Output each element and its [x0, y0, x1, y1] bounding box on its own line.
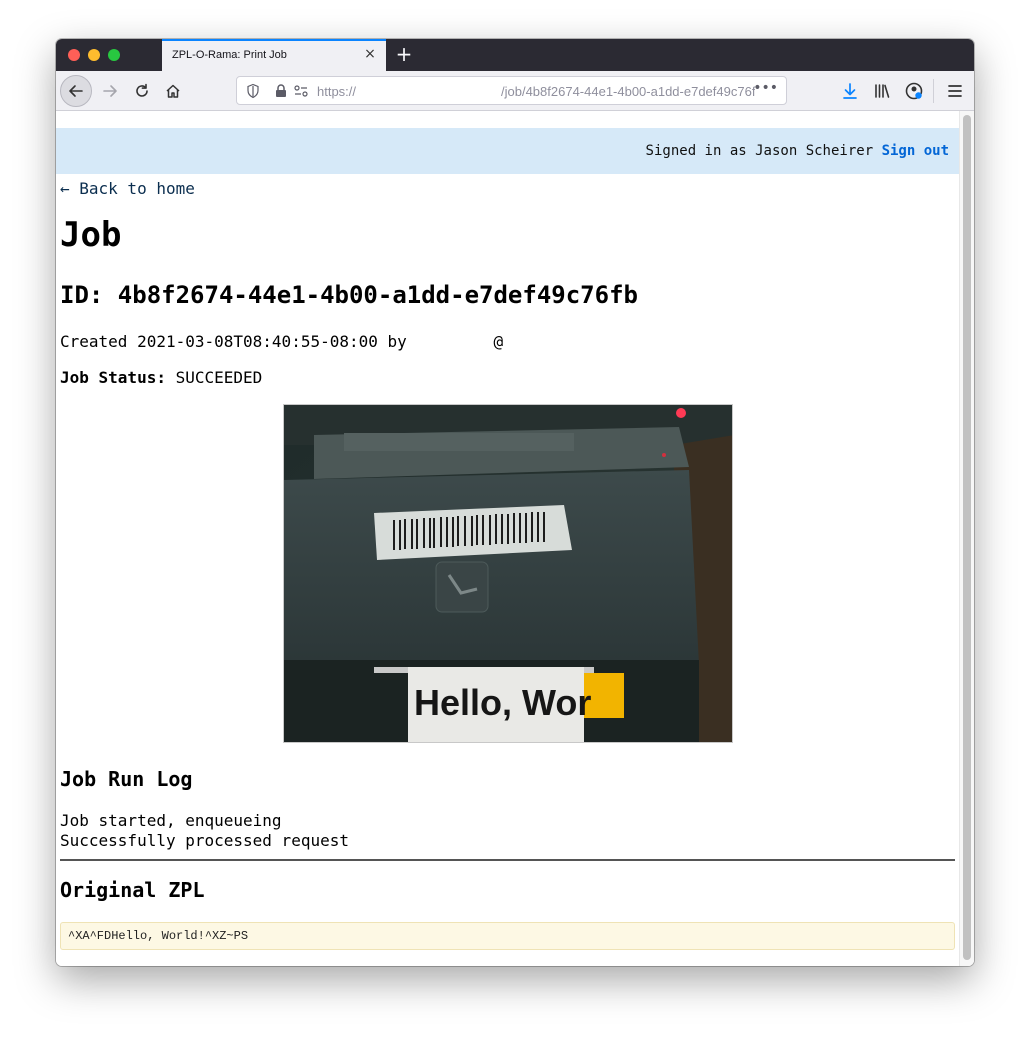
zpl-code-block: ^XA^FDHello, World!^XZ~PS: [60, 922, 955, 950]
job-status-label: Job Status:: [60, 368, 166, 387]
original-zpl-heading: Original ZPL: [60, 878, 205, 902]
account-icon[interactable]: [904, 81, 924, 101]
download-icon[interactable]: [840, 81, 860, 101]
home-icon: [166, 84, 180, 98]
arrow-left-icon: [69, 85, 83, 97]
job-run-log-heading: Job Run Log: [60, 767, 193, 791]
forward-button[interactable]: [94, 75, 126, 107]
url-scheme: https://: [317, 84, 357, 99]
signin-banner: Signed in as Jason Scheirer Sign out: [56, 128, 959, 174]
zpl-code: ^XA^FDHello, World!^XZ~PS: [68, 929, 249, 943]
home-button[interactable]: [157, 75, 189, 107]
lock-icon[interactable]: [273, 83, 289, 99]
sign-out-link[interactable]: Sign out: [882, 143, 949, 159]
close-icon[interactable]: ×: [362, 46, 378, 62]
section-divider: [60, 859, 955, 861]
shield-icon[interactable]: [245, 83, 261, 99]
hamburger-menu-icon[interactable]: [945, 81, 965, 101]
signin-status: Signed in as Jason Scheirer Sign out: [646, 143, 949, 159]
log-line: Job started, enqueueing: [60, 811, 282, 830]
browser-window: ZPL-O-Rama: Print Job × + https:// /job/…: [56, 39, 974, 966]
back-to-home-link[interactable]: ← Back to home: [60, 179, 195, 198]
vertical-scrollbar[interactable]: [959, 111, 974, 966]
tab-title: ZPL-O-Rama: Print Job: [172, 49, 287, 61]
log-line: Successfully processed request: [60, 831, 349, 850]
page-actions-button[interactable]: •••: [753, 80, 778, 96]
new-tab-button[interactable]: +: [394, 43, 414, 65]
library-icon[interactable]: [872, 81, 892, 101]
page-title: Job: [60, 215, 122, 255]
printer-photo: Hello, Wor: [283, 404, 733, 743]
url-path: /job/4b8f2674-44e1-4b00-a1dd-e7def49c76f…: [501, 84, 755, 99]
close-window-button[interactable]: [68, 49, 80, 61]
tab-strip: ZPL-O-Rama: Print Job × +: [56, 39, 974, 71]
printer-photo-illustration: Hello, Wor: [284, 405, 732, 742]
created-line: Created 2021-03-08T08:40:55-08:00 by @: [60, 332, 504, 351]
reload-icon: [136, 83, 148, 97]
signed-in-label: Signed in as Jason Scheirer: [645, 143, 882, 159]
minimize-window-button[interactable]: [88, 49, 100, 61]
page-viewport: Signed in as Jason Scheirer Sign out ← B…: [56, 111, 974, 966]
scrollbar-thumb[interactable]: [963, 115, 971, 960]
job-run-log: Job started, enqueueing Successfully pro…: [60, 811, 349, 851]
tab-print-job[interactable]: ZPL-O-Rama: Print Job ×: [162, 39, 386, 71]
job-id-heading: ID: 4b8f2674-44e1-4b00-a1dd-e7def49c76fb: [60, 281, 638, 309]
back-button[interactable]: [60, 75, 92, 107]
label-print-text: Hello, Wor: [414, 682, 591, 723]
job-status-value: SUCCEEDED: [175, 368, 263, 387]
job-status: Job Status: SUCCEEDED: [60, 368, 262, 387]
arrow-right-icon: [103, 85, 117, 97]
zoom-window-button[interactable]: [108, 49, 120, 61]
toolbar-divider: [933, 79, 934, 103]
navigation-toolbar: https:// /job/4b8f2674-44e1-4b00-a1dd-e7…: [56, 71, 974, 111]
reload-button[interactable]: [126, 75, 158, 107]
permissions-icon[interactable]: [293, 83, 309, 99]
address-bar[interactable]: https:// /job/4b8f2674-44e1-4b00-a1dd-e7…: [236, 76, 787, 105]
